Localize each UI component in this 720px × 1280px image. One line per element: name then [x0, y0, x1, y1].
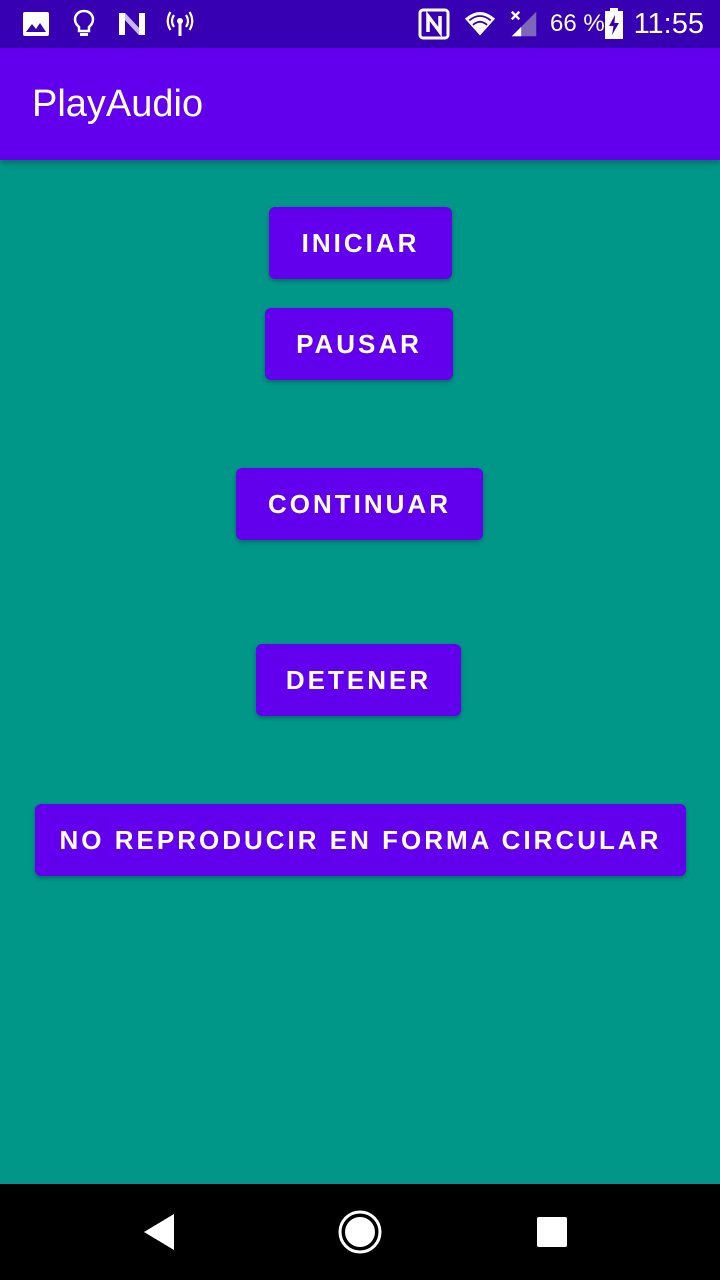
clock: 11:55: [633, 8, 704, 40]
stop-button[interactable]: DETENER: [256, 644, 461, 716]
battery-charging-icon: [602, 8, 626, 40]
wifi-icon: [464, 8, 496, 40]
navigation-bar: [0, 1184, 720, 1280]
app-title: PlayAudio: [32, 83, 204, 125]
back-icon[interactable]: [136, 1208, 184, 1256]
start-button[interactable]: INICIAR: [269, 207, 452, 279]
cell-signal-icon: [508, 8, 540, 40]
status-bar: 66 % 11:55: [0, 0, 720, 48]
n-logo-icon: [116, 8, 148, 40]
home-icon[interactable]: [336, 1208, 384, 1256]
loop-toggle-button[interactable]: NO REPRODUCIR EN FORMA CIRCULAR: [35, 804, 686, 876]
battery-percent: 66 %: [550, 10, 605, 37]
gallery-icon: [20, 8, 52, 40]
broadcast-icon: [164, 8, 196, 40]
pause-button[interactable]: PAUSAR: [265, 308, 453, 380]
nfc-icon: [418, 8, 450, 40]
app-bar: PlayAudio: [0, 48, 720, 160]
recents-icon[interactable]: [528, 1208, 576, 1256]
lightbulb-icon: [68, 8, 100, 40]
resume-button[interactable]: CONTINUAR: [236, 468, 483, 540]
